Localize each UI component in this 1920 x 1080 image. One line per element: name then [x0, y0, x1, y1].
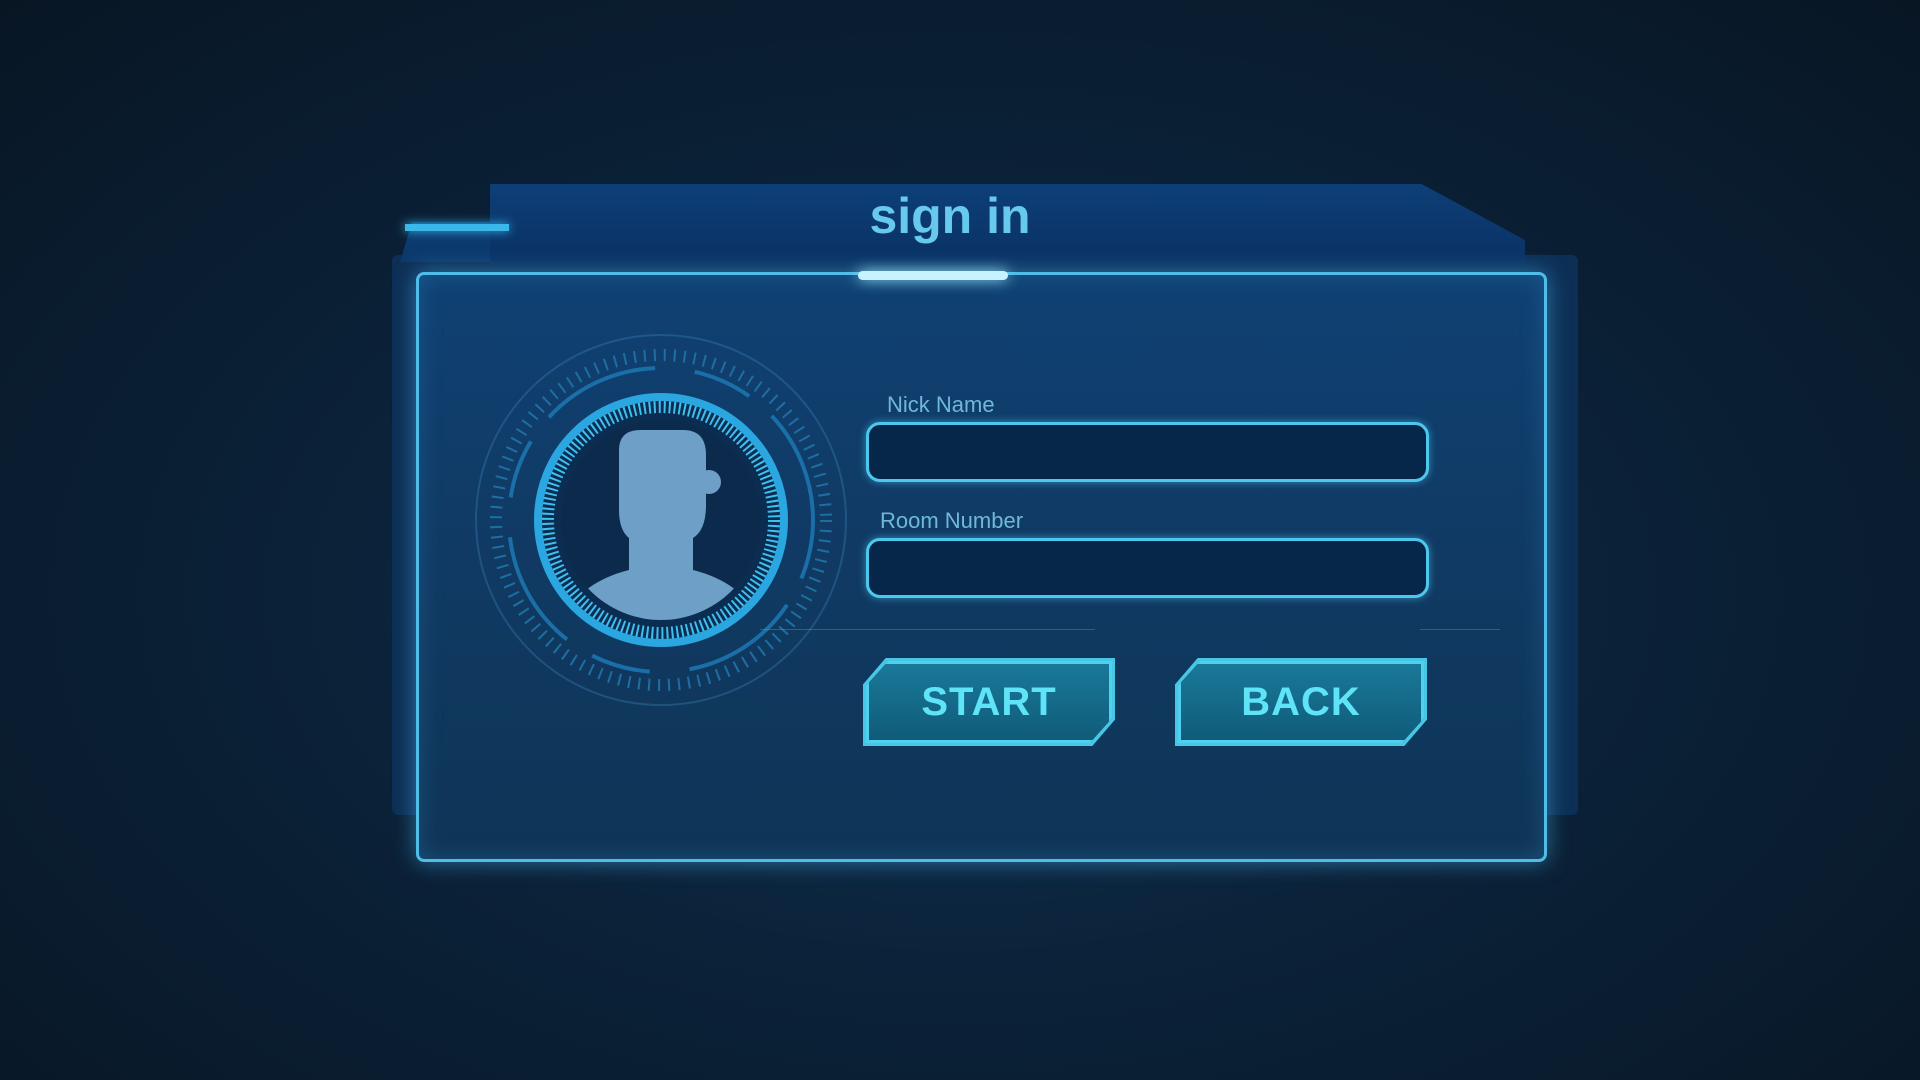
room-number-label: Room Number [880, 508, 1024, 533]
panel-top-glow [858, 271, 1008, 280]
divider-line [760, 629, 1095, 630]
room-number-input[interactable] [866, 538, 1429, 598]
avatar [475, 334, 847, 706]
start-button[interactable]: START [866, 661, 1112, 743]
nickname-input[interactable] [866, 422, 1429, 482]
back-button[interactable]: BACK [1178, 661, 1424, 743]
nickname-label: Nick Name [887, 392, 995, 417]
divider-line [1420, 629, 1500, 630]
page-title: sign in [869, 188, 1031, 244]
